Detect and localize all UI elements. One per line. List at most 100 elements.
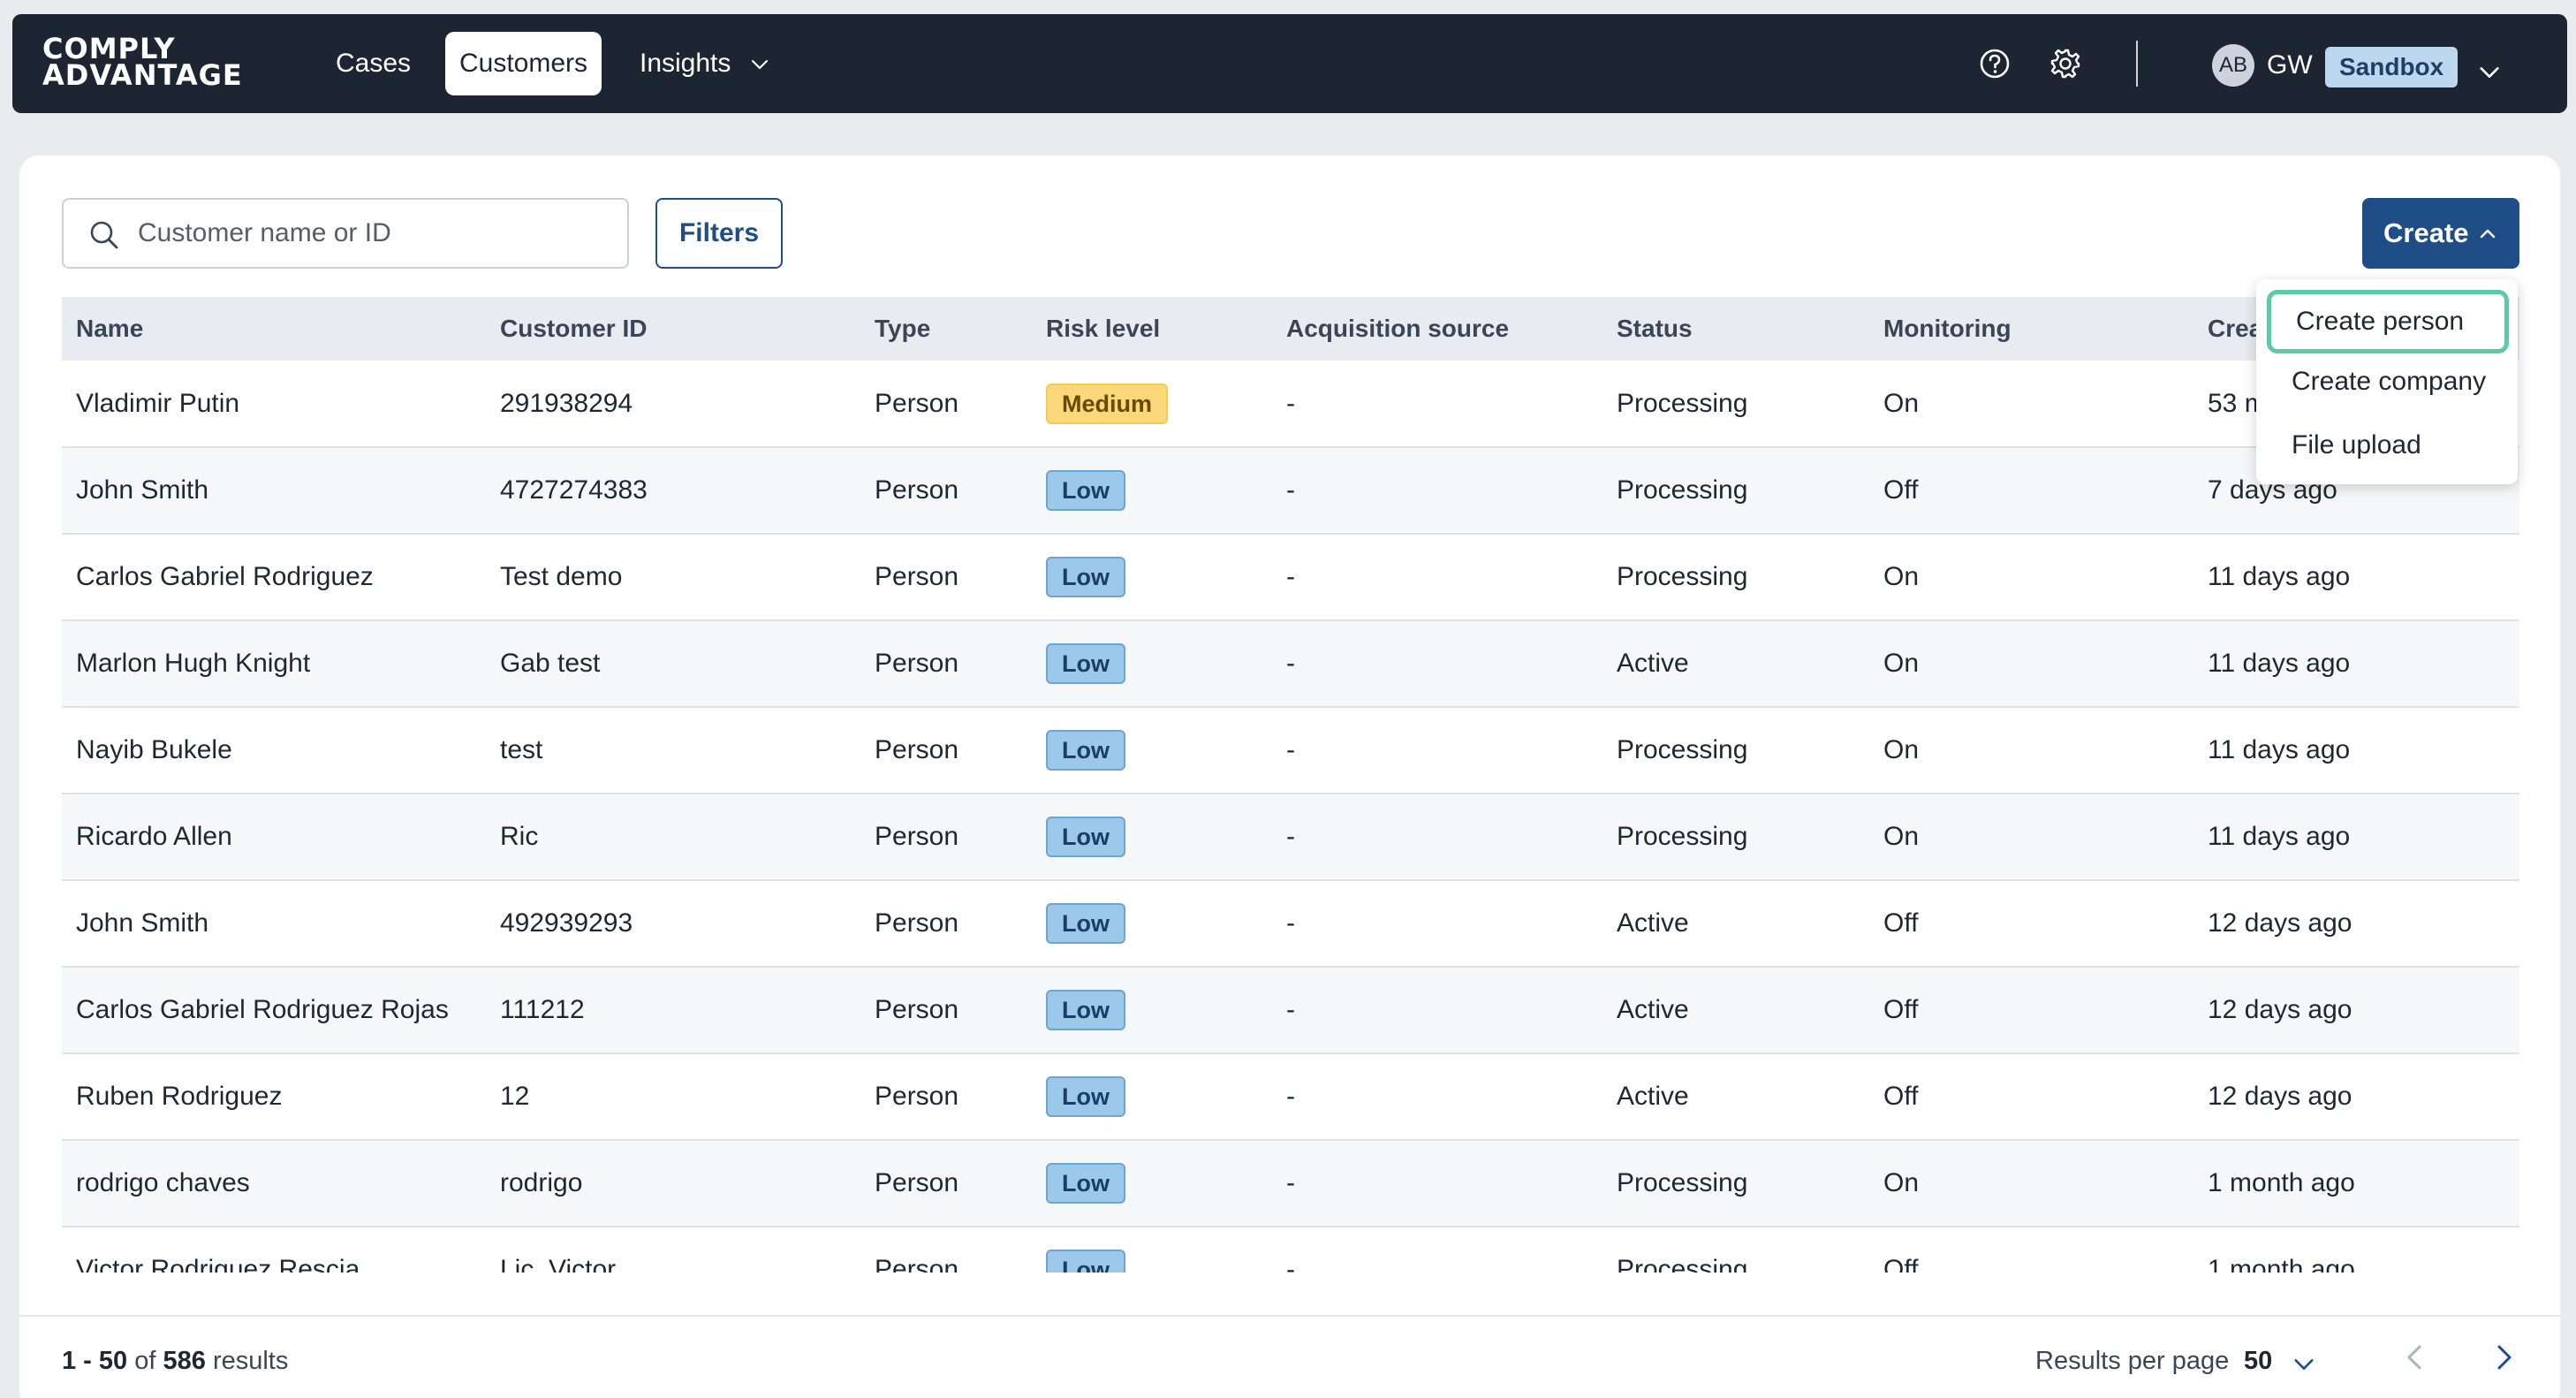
- cell-acquisition-source: -: [1286, 995, 1295, 1024]
- cell-type: Person: [875, 908, 959, 938]
- cell-monitoring: Off: [1883, 475, 1919, 505]
- chevron-left-icon[interactable]: [2398, 1340, 2433, 1375]
- cell-monitoring: Off: [1883, 908, 1919, 938]
- risk-badge: Low: [1046, 643, 1125, 684]
- cell-risk-level: Low: [1032, 534, 1272, 620]
- cell-risk-level: Low: [1032, 967, 1272, 1053]
- table-row[interactable]: Victor Rodriguez Rescia Lic. Victor Person…: [62, 1227, 2519, 1273]
- topbar-divider: [2136, 41, 2138, 87]
- help-icon[interactable]: [1977, 46, 2012, 81]
- results-range: 1 - 50: [62, 1347, 128, 1375]
- table-row[interactable]: John Smith 4727274383 Person Low - Processing…: [62, 447, 2519, 534]
- cell-acquisition-source: -: [1286, 822, 1295, 851]
- cell-risk-level: Low: [1032, 447, 1272, 534]
- filters-button[interactable]: Filters: [655, 198, 783, 269]
- chevron-up-icon: [2480, 229, 2496, 239]
- cell-status: Active: [1617, 1082, 1689, 1111]
- cell-customer-id: 111212: [500, 995, 585, 1024]
- customers-table: Name Customer ID Type Risk level Acquisi…: [62, 297, 2519, 1273]
- search-input[interactable]: [138, 212, 597, 255]
- top-navigation-bar: COMPLY ADVANTAGE Cases Customers Insight…: [12, 14, 2567, 113]
- cell-type: Person: [875, 822, 959, 851]
- user-initials[interactable]: GW: [2267, 44, 2313, 87]
- menu-item-file-upload[interactable]: File upload: [2256, 414, 2518, 477]
- chevron-down-icon[interactable]: [2292, 1352, 2316, 1377]
- risk-badge: Low: [1046, 817, 1125, 857]
- column-header-type[interactable]: Type: [860, 297, 1032, 361]
- cell-type: Person: [875, 388, 959, 418]
- cell-name: Carlos Gabriel Rodriguez: [76, 562, 374, 591]
- cell-type: Person: [875, 1255, 959, 1273]
- cell-type: Person: [875, 995, 959, 1024]
- create-button[interactable]: Create: [2362, 198, 2519, 269]
- cell-status: Active: [1617, 908, 1689, 938]
- cell-monitoring: On: [1883, 562, 1920, 591]
- table-row[interactable]: Ruben Rodriguez 12 Person Low - Active Off 12 d…: [62, 1053, 2519, 1140]
- cell-customer-id: rodrigo: [500, 1168, 583, 1197]
- cell-status: Processing: [1617, 822, 1748, 851]
- menu-item-create-company[interactable]: Create company: [2256, 350, 2518, 414]
- cell-monitoring: On: [1883, 1168, 1920, 1197]
- avatar[interactable]: AB: [2212, 44, 2254, 87]
- create-menu: Create person Create company File upload: [2256, 279, 2518, 484]
- risk-badge: Low: [1046, 1163, 1125, 1204]
- cell-risk-level: Low: [1032, 880, 1272, 967]
- cell-risk-level: Low: [1032, 1053, 1272, 1140]
- cell-monitoring: On: [1883, 388, 1920, 418]
- cell-monitoring: On: [1883, 735, 1920, 764]
- column-header-monitoring[interactable]: Monitoring: [1869, 297, 2193, 361]
- cell-acquisition-source: -: [1286, 562, 1295, 591]
- risk-badge: Low: [1046, 557, 1125, 597]
- footer-divider: [19, 1315, 2560, 1317]
- cell-acquisition-source: -: [1286, 1168, 1295, 1197]
- cell-type: Person: [875, 475, 959, 505]
- column-header-risk-level[interactable]: Risk level: [1032, 297, 1272, 361]
- cell-type: Person: [875, 1168, 959, 1197]
- results-per-page-label: Results per page: [2035, 1347, 2230, 1375]
- table-row[interactable]: John Smith 492939293 Person Low - Active Off 12…: [62, 880, 2519, 967]
- column-header-acquisition-source[interactable]: Acquisition source: [1272, 297, 1602, 361]
- cell-customer-id: 492939293: [500, 908, 633, 938]
- cell-type: Person: [875, 735, 959, 764]
- nav-insights-label: Insights: [640, 49, 731, 78]
- gear-icon[interactable]: [2048, 46, 2083, 81]
- cell-acquisition-source: -: [1286, 1255, 1295, 1273]
- cell-risk-level: Low: [1032, 707, 1272, 794]
- column-header-customer-id[interactable]: Customer ID: [486, 297, 860, 361]
- search-box[interactable]: [62, 198, 629, 269]
- chevron-down-icon[interactable]: [2477, 60, 2502, 85]
- nav-insights[interactable]: Insights: [625, 32, 784, 95]
- customers-panel: Filters Create Name Customer ID Type Ris…: [19, 156, 2560, 1398]
- cell-acquisition-source: -: [1286, 475, 1295, 505]
- cell-status: Active: [1617, 649, 1689, 678]
- column-header-status[interactable]: Status: [1602, 297, 1869, 361]
- cell-status: Processing: [1617, 1168, 1748, 1197]
- cell-monitoring: On: [1883, 822, 1920, 851]
- results-per-page-select[interactable]: 50: [2244, 1347, 2272, 1376]
- cell-acquisition-source: -: [1286, 1082, 1295, 1111]
- cell-acquisition-source: -: [1286, 735, 1295, 764]
- cell-name: Vladimir Putin: [76, 388, 240, 418]
- column-header-name[interactable]: Name: [62, 297, 486, 361]
- chevron-right-icon[interactable]: [2486, 1340, 2521, 1375]
- cell-name: Carlos Gabriel Rodriguez Rojas: [76, 995, 449, 1024]
- table-row[interactable]: Marlon Hugh Knight Gab test Person Low - Acti…: [62, 620, 2519, 707]
- cell-created: 12 days ago: [2208, 1082, 2352, 1111]
- cell-name: John Smith: [76, 908, 209, 938]
- results-total: 586: [163, 1347, 206, 1375]
- table-row[interactable]: Carlos Gabriel Rodriguez Test demo Person L…: [62, 534, 2519, 620]
- cell-created: 12 days ago: [2208, 995, 2352, 1024]
- company-logo[interactable]: COMPLY ADVANTAGE: [42, 34, 272, 89]
- table-row[interactable]: Vladimir Putin 291938294 Person Medium - Proc…: [62, 361, 2519, 447]
- table-row[interactable]: rodrigo chaves rodrigo Person Low - Processin…: [62, 1140, 2519, 1227]
- nav-customers[interactable]: Customers: [445, 32, 602, 95]
- table-row[interactable]: Carlos Gabriel Rodriguez Rojas 111212 Pers…: [62, 967, 2519, 1053]
- table-row[interactable]: Ricardo Allen Ric Person Low - Processing On 11…: [62, 794, 2519, 880]
- cell-type: Person: [875, 562, 959, 591]
- table-row[interactable]: Nayib Bukele test Person Low - Processing On 11…: [62, 707, 2519, 794]
- cell-customer-id: test: [500, 735, 543, 764]
- cell-created: 12 days ago: [2208, 908, 2352, 938]
- cell-created: 11 days ago: [2208, 562, 2351, 591]
- nav-cases[interactable]: Cases: [322, 32, 425, 95]
- menu-item-create-person[interactable]: Create person: [2267, 290, 2509, 353]
